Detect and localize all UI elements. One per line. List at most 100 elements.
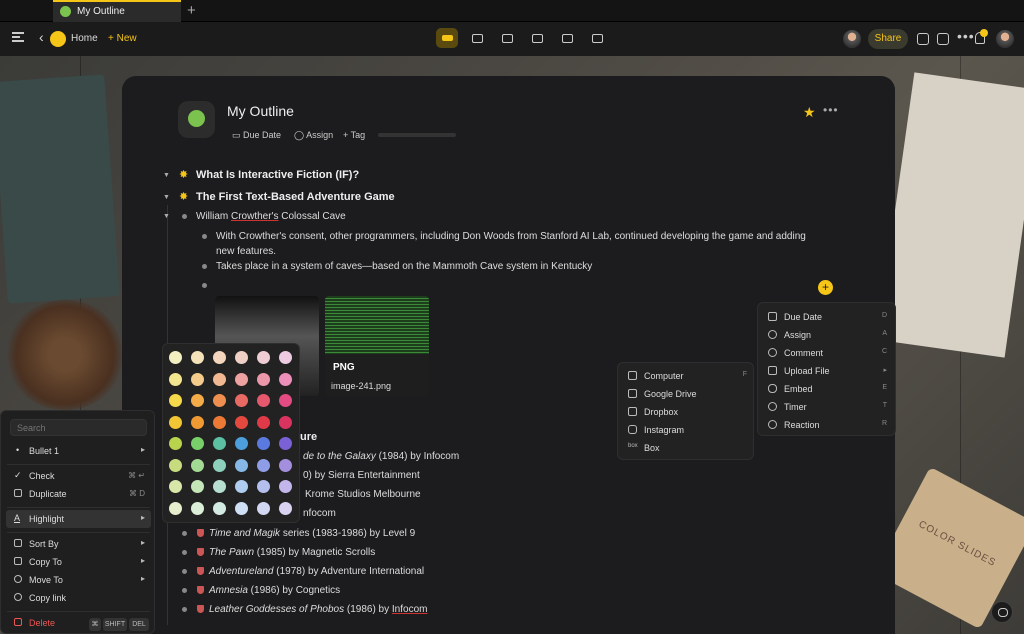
bullet-icon[interactable] <box>182 550 187 555</box>
table-view-icon[interactable] <box>526 28 548 48</box>
color-swatch[interactable] <box>169 415 182 429</box>
color-swatch[interactable] <box>257 394 270 407</box>
list-item[interactable]: Leather Goddesses of Phobos (1986) by In… <box>209 604 427 615</box>
color-swatch[interactable] <box>257 501 270 515</box>
color-swatch[interactable] <box>235 415 248 429</box>
color-swatch[interactable] <box>279 458 292 472</box>
color-swatch[interactable] <box>191 394 204 407</box>
add-block-button[interactable]: + <box>818 280 833 295</box>
document-icon[interactable] <box>178 101 215 138</box>
due-date-button[interactable]: ▭ Due Date <box>232 130 281 141</box>
more-icon[interactable]: ••• <box>823 103 839 117</box>
share-button[interactable]: Share <box>868 29 908 49</box>
color-swatch[interactable] <box>279 437 292 450</box>
menu-item-dropbox[interactable]: Dropbox <box>618 403 755 421</box>
color-swatch[interactable] <box>169 437 182 450</box>
home-icon[interactable] <box>50 31 66 47</box>
bullet-icon[interactable] <box>202 283 207 288</box>
color-swatch[interactable] <box>213 458 226 472</box>
color-swatch[interactable] <box>235 372 248 386</box>
color-swatch[interactable] <box>213 437 226 450</box>
settings-icon[interactable] <box>937 33 949 45</box>
color-swatch[interactable] <box>235 351 248 364</box>
color-swatch[interactable] <box>279 480 292 493</box>
list-item[interactable]: nfocom <box>303 508 336 519</box>
avatar[interactable] <box>843 30 861 48</box>
list-item[interactable]: de to the Galaxy (1984) by Infocom <box>303 451 459 462</box>
bullet-icon[interactable] <box>182 607 187 612</box>
color-swatch[interactable] <box>257 372 270 386</box>
activity-icon[interactable] <box>917 33 929 45</box>
color-swatch[interactable] <box>191 458 204 472</box>
tag-button[interactable]: + Tag <box>343 130 365 140</box>
list-item[interactable]: Adventureland (1978) by Adventure Intern… <box>209 566 424 577</box>
menu-item-move-to[interactable]: Move To ▸ <box>6 571 151 589</box>
board-view-icon[interactable] <box>466 28 488 48</box>
mindmap-view-icon[interactable] <box>556 28 578 48</box>
bullet-icon[interactable] <box>182 214 187 219</box>
list-item[interactable]: Krome Studios Melbourne <box>305 489 421 500</box>
menu-item-upload-file[interactable]: Upload File ▸ <box>758 362 895 380</box>
list-item[interactable]: Amnesia (1986) by Cognetics <box>209 585 340 596</box>
menu-item-duplicate[interactable]: Duplicate ⌘ D <box>6 485 151 503</box>
menu-item-google-drive[interactable]: Google Drive <box>618 385 755 403</box>
color-swatch[interactable] <box>169 394 182 407</box>
menu-item-copy-to[interactable]: Copy To ▸ <box>6 553 151 571</box>
more-icon[interactable]: ••• <box>957 28 975 44</box>
color-swatch[interactable] <box>257 437 270 450</box>
search-input[interactable] <box>10 419 147 436</box>
color-swatch[interactable] <box>213 394 226 407</box>
collapse-caret-icon[interactable]: ▼ <box>163 213 170 220</box>
menu-item-reaction[interactable]: Reaction R <box>758 416 895 434</box>
color-swatch[interactable] <box>257 458 270 472</box>
color-swatch[interactable] <box>279 415 292 429</box>
file-card[interactable]: PNG image-241.png <box>325 296 429 396</box>
color-swatch[interactable] <box>169 458 182 472</box>
assign-button[interactable]: ◯ Assign <box>294 130 333 141</box>
new-tab-icon[interactable]: + <box>187 2 196 19</box>
color-swatch[interactable] <box>279 351 292 364</box>
color-swatch[interactable] <box>213 501 226 515</box>
collapse-caret-icon[interactable]: ▼ <box>163 172 170 179</box>
menu-item-due-date[interactable]: Due Date D <box>758 308 895 326</box>
color-swatch[interactable] <box>191 437 204 450</box>
menu-item-bullet[interactable]: • Bullet 1 ▸ <box>6 442 151 460</box>
color-swatch[interactable] <box>257 351 270 364</box>
color-swatch[interactable] <box>191 415 204 429</box>
list-item[interactable]: 0) by Sierra Entertainment <box>303 470 420 481</box>
color-swatch[interactable] <box>235 480 248 493</box>
tab-my-outline[interactable]: My Outline <box>53 0 181 22</box>
menu-icon[interactable] <box>12 32 24 42</box>
list-item[interactable]: William Crowther's Colossal Cave <box>196 211 346 222</box>
menu-item-computer[interactable]: Computer F <box>618 367 755 385</box>
color-swatch[interactable] <box>169 351 182 364</box>
color-swatch[interactable] <box>191 372 204 386</box>
menu-item-timer[interactable]: Timer T <box>758 398 895 416</box>
color-swatch[interactable] <box>191 351 204 364</box>
outline-heading[interactable]: The First Text-Based Adventure Game <box>196 191 395 203</box>
bullet-icon[interactable] <box>202 234 207 239</box>
list-item[interactable]: Takes place in a system of caves—based o… <box>216 261 592 272</box>
user-avatar[interactable] <box>996 30 1014 48</box>
menu-item-highlight[interactable]: A Highlight ▸ <box>6 510 151 528</box>
calendar-view-icon[interactable] <box>496 28 518 48</box>
star-icon[interactable]: ★ <box>803 104 816 121</box>
menu-item-box[interactable]: box Box <box>618 439 755 457</box>
menu-item-copy-link[interactable]: Copy link <box>6 589 151 607</box>
color-swatch[interactable] <box>235 394 248 407</box>
outline-heading-partial[interactable]: ure <box>300 431 317 443</box>
flowchart-view-icon[interactable] <box>586 28 608 48</box>
color-swatch[interactable] <box>213 372 226 386</box>
color-swatch[interactable] <box>213 351 226 364</box>
menu-item-check[interactable]: ✓ Check ⌘ ↵ <box>6 467 151 485</box>
outline-view-icon[interactable] <box>436 28 458 48</box>
color-swatch[interactable] <box>257 415 270 429</box>
new-button[interactable]: + New <box>108 33 137 44</box>
chat-icon[interactable] <box>991 601 1013 623</box>
color-swatch[interactable] <box>279 372 292 386</box>
color-swatch[interactable] <box>191 501 204 515</box>
color-swatch[interactable] <box>213 415 226 429</box>
list-item[interactable]: Time and Magik series (1983-1986) by Lev… <box>209 528 415 539</box>
home-link[interactable]: Home <box>71 33 98 44</box>
page-title[interactable]: My Outline <box>227 103 294 119</box>
